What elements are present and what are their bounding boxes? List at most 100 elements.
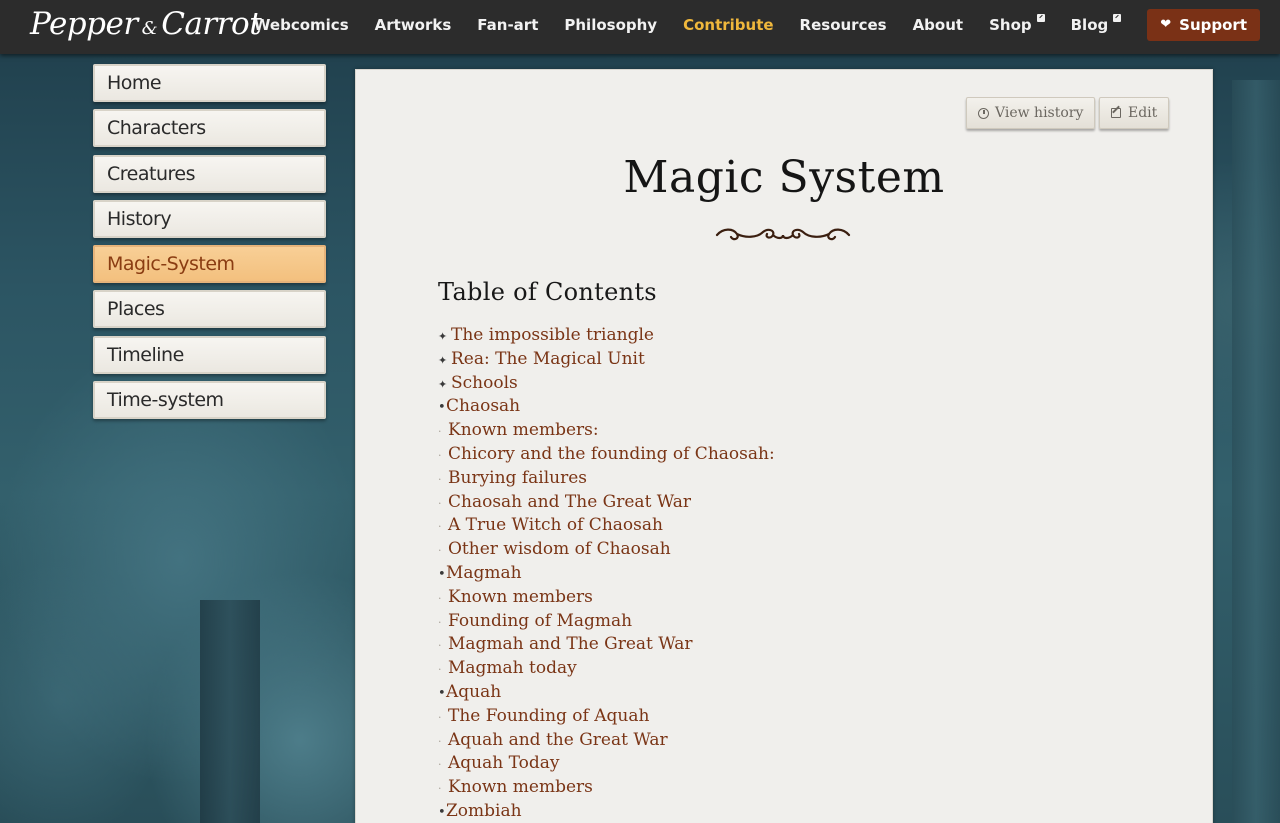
toc-item: · Magmah today: [438, 657, 775, 681]
top-navigation-bar: Pepper & Carrot Webcomics Artworks Fan-art…: [0, 0, 1280, 54]
toc-link[interactable]: Burying failures: [448, 468, 587, 488]
toc-link[interactable]: Schools: [451, 373, 518, 393]
toc-dot-marker: ·: [438, 639, 442, 653]
toc-item: · The Founding of Aquah: [438, 705, 775, 729]
toc-bullet-marker: •: [438, 400, 446, 416]
toc-item: · Known members: [438, 776, 775, 800]
nav-philosophy[interactable]: Philosophy: [564, 16, 657, 34]
toc-dot-marker: ·: [438, 758, 442, 772]
logo-text-pepper: Pepper: [30, 6, 138, 42]
sidebar-item-history[interactable]: History: [93, 199, 326, 238]
toc-dot-marker: ·: [438, 472, 442, 486]
toc-item: · Aquah Today: [438, 752, 775, 776]
toc-link[interactable]: Known members: [448, 587, 593, 607]
toc-link[interactable]: The Founding of Aquah: [448, 706, 649, 726]
edit-label: Edit: [1128, 105, 1158, 121]
wiki-page: View history Edit Magic System Table of …: [355, 69, 1213, 823]
view-history-label: View history: [995, 105, 1084, 121]
nav-blog[interactable]: Blog: [1070, 13, 1122, 34]
nav-about[interactable]: About: [913, 16, 964, 34]
toc-bullet-marker: •: [438, 804, 446, 820]
toc-item: · Known members:: [438, 419, 775, 443]
sidebar-item-time-system[interactable]: Time-system: [93, 381, 326, 420]
sidebar-item-creatures[interactable]: Creatures: [93, 154, 326, 193]
nav-artworks[interactable]: Artworks: [375, 16, 452, 34]
toc-link[interactable]: Known members: [448, 777, 593, 797]
toc-dot-marker: ·: [438, 425, 442, 439]
toc-link[interactable]: Aquah: [446, 682, 501, 702]
toc-item: •Magmah: [438, 562, 775, 586]
sidebar-item-home[interactable]: Home: [93, 64, 326, 102]
nav-webcomics[interactable]: Webcomics: [254, 16, 349, 34]
nav-shop-label: Shop: [989, 15, 1032, 34]
ornament-divider-icon: [715, 228, 851, 241]
toc-dot-marker: ·: [438, 663, 442, 677]
toc-item: · Chaosah and The Great War: [438, 491, 775, 515]
table-of-contents: ✦ The impossible triangle ✦ Rea: The Magic…: [438, 324, 775, 823]
toc-star-marker: ✦: [438, 330, 448, 343]
page-title: Magic System: [623, 152, 945, 203]
toc-link[interactable]: Chaosah: [446, 396, 520, 416]
toc-link[interactable]: Zombiah: [446, 801, 522, 821]
clock-icon: [978, 107, 989, 119]
toc-item: · Founding of Magmah: [438, 610, 775, 634]
toc-item: ✦ Rea: The Magical Unit: [438, 348, 775, 372]
toc-link[interactable]: Rea: The Magical Unit: [451, 349, 645, 369]
sidebar-item-timeline[interactable]: Timeline: [93, 335, 326, 374]
toc-bullet-marker: •: [438, 566, 446, 582]
toc-item: •Aquah: [438, 681, 775, 705]
toc-dot-marker: ·: [438, 782, 442, 796]
toc-link[interactable]: Aquah Today: [448, 753, 559, 773]
nav-shop[interactable]: Shop: [989, 13, 1045, 34]
support-button[interactable]: ❤ Support: [1147, 8, 1260, 41]
sidebar-item-places[interactable]: Places: [93, 290, 326, 329]
wiki-sidebar: Home Characters Creatures History Magic-…: [93, 64, 326, 426]
toc-link[interactable]: A True Witch of Chaosah: [448, 515, 663, 535]
toc-link[interactable]: Aquah and the Great War: [448, 730, 668, 750]
external-link-icon: [1113, 13, 1122, 22]
background-tree-trunk-right: [1232, 80, 1280, 823]
toc-item: · A True Witch of Chaosah: [438, 514, 775, 538]
toc-dot-marker: ·: [438, 591, 442, 605]
toc-link[interactable]: Magmah: [446, 563, 522, 583]
external-link-icon: [1036, 13, 1045, 22]
toc-star-marker: ✦: [438, 377, 448, 391]
view-history-button[interactable]: View history: [966, 97, 1096, 129]
logo-ampersand: &: [141, 18, 158, 39]
toc-link[interactable]: Founding of Magmah: [448, 611, 632, 631]
toc-link[interactable]: Known members:: [448, 420, 599, 440]
toc-item: · Other wisdom of Chaosah: [438, 538, 775, 562]
background-tree-trunk: [200, 600, 260, 823]
toc-link[interactable]: Chicory and the founding of Chaosah:: [448, 444, 775, 464]
toc-star-marker: ✦: [438, 353, 448, 367]
support-label: Support: [1179, 15, 1247, 34]
sidebar-item-magic-system[interactable]: Magic-System: [93, 245, 326, 284]
nav-fan-art[interactable]: Fan-art: [477, 16, 538, 34]
toc-link[interactable]: Magmah and The Great War: [448, 634, 693, 654]
toc-link[interactable]: Other wisdom of Chaosah: [448, 539, 671, 559]
toc-link[interactable]: The impossible triangle: [451, 325, 654, 345]
toc-item: · Chicory and the founding of Chaosah:: [438, 443, 775, 467]
nav-resources[interactable]: Resources: [800, 16, 887, 34]
nav-blog-label: Blog: [1070, 15, 1109, 34]
edit-icon: [1111, 108, 1121, 118]
toc-item: · Known members: [438, 586, 775, 610]
toc-item: •Chaosah: [438, 395, 775, 419]
heart-icon: ❤: [1160, 17, 1172, 32]
toc-dot-marker: ·: [438, 544, 442, 558]
site-logo[interactable]: Pepper & Carrot: [30, 6, 262, 42]
toc-item: · Aquah and the Great War: [438, 729, 775, 753]
toc-link[interactable]: Chaosah and The Great War: [448, 492, 691, 512]
toc-link[interactable]: Magmah today: [448, 658, 577, 678]
toc-dot-marker: ·: [438, 448, 442, 462]
nav-contribute[interactable]: Contribute: [683, 16, 773, 34]
toc-dot-marker: ·: [438, 710, 442, 724]
edit-button[interactable]: Edit: [1099, 97, 1170, 129]
toc-item: ✦ The impossible triangle: [438, 324, 775, 348]
toc-dot-marker: ·: [438, 520, 442, 534]
toc-dot-marker: ·: [438, 734, 442, 748]
toc-item: · Magmah and The Great War: [438, 633, 775, 657]
toc-heading: Table of Contents: [438, 278, 657, 306]
sidebar-item-characters[interactable]: Characters: [93, 109, 326, 148]
toc-item: •Zombiah: [438, 800, 775, 823]
